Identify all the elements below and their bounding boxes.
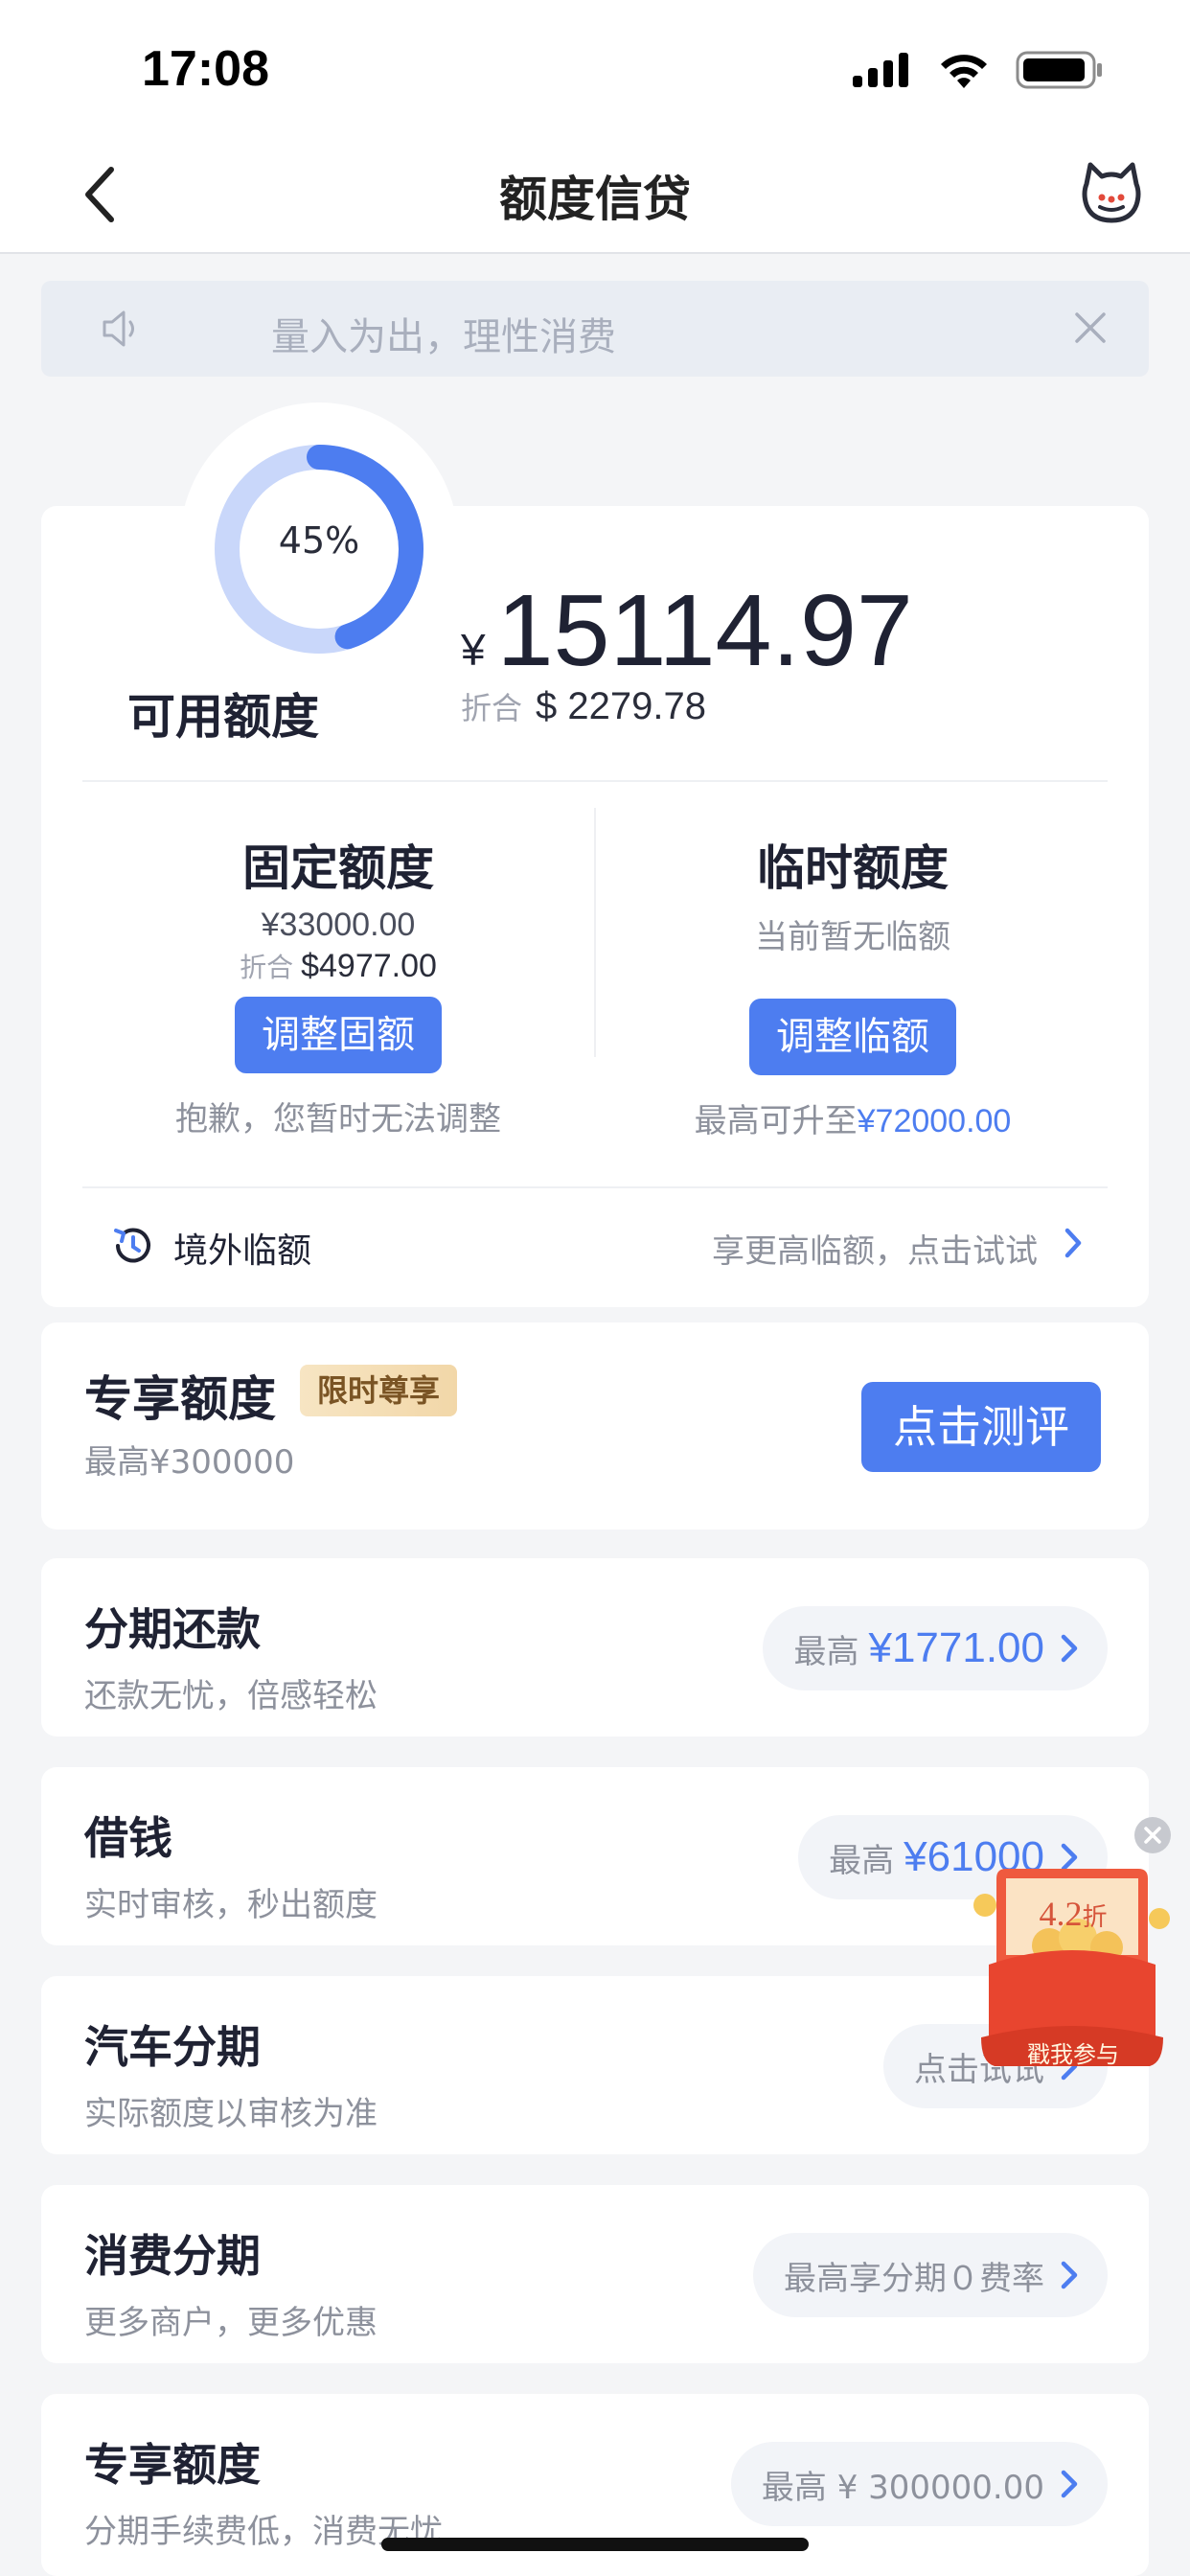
- fixed-quota-title: 固定额度: [242, 840, 434, 896]
- available-amount: ¥ 15114.97: [461, 573, 913, 689]
- currency-symbol: ¥: [461, 625, 486, 675]
- pill-text: 最高 ¥ 300000.00: [761, 2468, 1044, 2507]
- adjust-fixed-button[interactable]: 调整固额: [235, 997, 442, 1073]
- cat-mascot-icon[interactable]: [1077, 159, 1146, 228]
- available-label: 可用额度: [127, 689, 319, 745]
- divider: [82, 780, 1108, 782]
- promo-discount-value: 4.2: [1039, 1895, 1083, 1933]
- exclusive-sub: 最高¥300000: [84, 1443, 295, 1482]
- pill-prefix: 最高: [793, 1632, 859, 1671]
- credit-card: 可用额度 ¥ 15114.97 折合 $ 2279.78 固定额度 ¥33000…: [41, 506, 1149, 1307]
- overseas-label: 境外临额: [173, 1231, 312, 1271]
- chevron-right-icon: [1061, 2261, 1078, 2289]
- overseas-hint: 享更高临额，点击试试: [712, 1232, 1038, 1271]
- close-icon[interactable]: [1072, 310, 1109, 346]
- wifi-icon: [941, 55, 987, 88]
- service-pill[interactable]: 最高享分期０费率: [753, 2233, 1108, 2317]
- pill-text: 最高享分期０费率: [784, 2259, 1044, 2298]
- overseas-quota-row[interactable]: 境外临额 享更高临额，点击试试: [41, 1198, 1149, 1284]
- notice-banner: 量入为出，理性消费: [41, 281, 1149, 377]
- usd-prefix: 折合: [240, 952, 294, 983]
- service-row-installment-repay[interactable]: 分期还款 还款无忧，倍感轻松 最高 ¥1771.00: [41, 1558, 1149, 1736]
- promo-discount-unit: 折: [1082, 1903, 1108, 1931]
- promo-cta: 戳我参与: [1027, 2041, 1119, 2068]
- service-sub: 还款无忧，倍感轻松: [84, 1677, 378, 1715]
- service-title: 消费分期: [84, 2230, 261, 2282]
- service-title: 分期还款: [84, 1603, 261, 1655]
- chevron-right-icon: [1064, 1228, 1082, 1258]
- service-sub: 实时审核，秒出额度: [84, 1886, 378, 1924]
- service-row-consumer-installment[interactable]: 消费分期 更多商户，更多优惠 最高享分期０费率: [41, 2185, 1149, 2363]
- home-indicator: [381, 2538, 809, 2551]
- fixed-usd-value: $4977.00: [301, 948, 437, 984]
- chevron-right-icon: [1061, 2470, 1078, 2498]
- exclusive-title: 专享额度: [84, 1371, 276, 1427]
- evaluate-button[interactable]: 点击测评: [861, 1382, 1101, 1472]
- available-value: 15114.97: [496, 574, 913, 687]
- notice-text: 量入为出，理性消费: [271, 315, 616, 359]
- temp-quota: 临时额度 当前暂无临额 调整临额 最高可升至¥72000.00: [597, 830, 1109, 1141]
- fixed-quota-usd: 折合 $4977.00: [82, 947, 594, 987]
- service-pill[interactable]: 最高 ¥1771.00: [763, 1606, 1108, 1690]
- service-pill[interactable]: 最高 ¥ 300000.00: [730, 2442, 1108, 2526]
- temp-note-prefix: 最高可升至: [694, 1102, 858, 1140]
- fixed-quota: 固定额度 ¥33000.00 折合 $4977.00 调整固额 抱歉，您暂时无法调…: [82, 830, 594, 1139]
- adjust-temp-button[interactable]: 调整临额: [749, 999, 956, 1075]
- battery-icon: [1016, 51, 1102, 89]
- page-title: 额度信贷: [499, 172, 691, 227]
- usd-prefix: 折合: [461, 690, 523, 726]
- pill-prefix: 最高: [829, 1841, 895, 1880]
- temp-quota-title: 临时额度: [757, 840, 949, 896]
- service-title: 汽车分期: [84, 2021, 261, 2073]
- status-bar: 17:08: [0, 0, 1190, 134]
- exclusive-quota-card: 专享额度 限时尊享 最高¥300000 点击测评: [41, 1322, 1149, 1530]
- speaker-icon: [103, 310, 134, 347]
- limited-badge: 限时尊享: [300, 1365, 458, 1416]
- service-title: 借钱: [84, 1812, 172, 1864]
- temp-quota-status: 当前暂无临额: [755, 918, 950, 956]
- service-sub: 实际额度以审核为准: [84, 2095, 378, 2133]
- usd-value: $ 2279.78: [536, 685, 706, 727]
- fixed-quota-note: 抱歉，您暂时无法调整: [175, 1100, 501, 1138]
- fixed-quota-cny: ¥33000.00: [261, 907, 416, 943]
- pill-amount: ¥1771.00: [868, 1624, 1044, 1671]
- close-icon[interactable]: [1133, 1815, 1173, 1855]
- overseas-clock-icon: [114, 1228, 150, 1263]
- temp-note-amount: ¥72000.00: [857, 1103, 1012, 1139]
- chevron-right-icon: [1061, 1634, 1078, 1663]
- available-usd: 折合 $ 2279.78: [461, 684, 706, 728]
- divider: [82, 1186, 1108, 1188]
- progress-percent: 45%: [278, 519, 360, 562]
- promo-discount: 4.2折: [1016, 1894, 1131, 1934]
- cellular-signal-icon: [853, 53, 908, 87]
- temp-quota-note: 最高可升至¥72000.00: [597, 1094, 1109, 1141]
- divider: [594, 808, 596, 1057]
- service-title: 专享额度: [84, 2439, 261, 2491]
- status-time: 17:08: [142, 41, 269, 97]
- service-sub: 更多商户，更多优惠: [84, 2304, 378, 2342]
- nav-bar: 额度信贷: [0, 134, 1190, 254]
- status-icons: [851, 46, 1104, 94]
